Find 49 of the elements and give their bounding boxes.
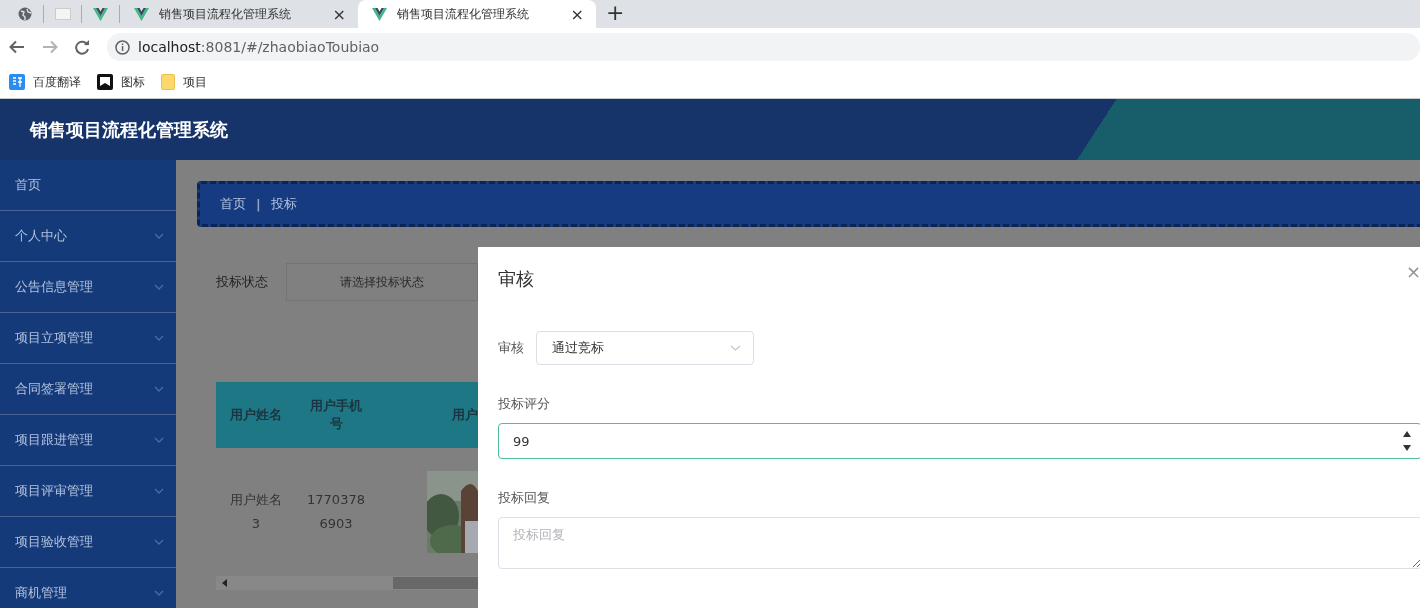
bookmark-item[interactable]: 百度翻译 bbox=[9, 73, 81, 91]
reply-textarea[interactable]: 投标回复 bbox=[498, 517, 1420, 569]
score-input[interactable]: 99 bbox=[498, 423, 1420, 459]
column-header: 用户 bbox=[451, 406, 478, 424]
browser-tab[interactable]: 销售项目流程化管理系统 × bbox=[358, 0, 596, 28]
bookmark-item[interactable]: 项目 bbox=[161, 73, 207, 91]
column-header: 用户姓名 bbox=[229, 406, 283, 424]
chevron-down-icon bbox=[154, 488, 164, 494]
back-icon[interactable] bbox=[9, 40, 25, 54]
address-field[interactable]: localhost:8081/#/zhaobiaoToubiao bbox=[107, 33, 1420, 61]
field-label: 投标评分 bbox=[498, 395, 551, 413]
chevron-down-icon bbox=[154, 233, 164, 239]
chevron-down-icon bbox=[154, 386, 164, 392]
review-select[interactable]: 通过竞标 bbox=[536, 331, 754, 365]
vue-logo-icon bbox=[134, 7, 149, 21]
table-cell-text: 17703786903 bbox=[306, 491, 366, 533]
reload-icon[interactable] bbox=[75, 39, 90, 55]
filter-label: 投标状态 bbox=[216, 273, 269, 291]
table-cell-text: 用户姓名3 bbox=[229, 491, 283, 533]
field-label: 审核 bbox=[498, 339, 524, 357]
close-tab-icon[interactable]: × bbox=[570, 4, 584, 24]
breadcrumb-link[interactable]: 首页 bbox=[220, 195, 246, 213]
new-tab-button[interactable]: + bbox=[606, 0, 625, 26]
chevron-down-icon bbox=[154, 284, 164, 290]
spinner-icon[interactable] bbox=[1403, 429, 1411, 453]
app-title: 销售项目流程化管理系统 bbox=[30, 117, 228, 142]
breadcrumb-separator: | bbox=[256, 196, 261, 212]
breadcrumb-current: 投标 bbox=[270, 195, 297, 213]
status-select[interactable]: 请选择投标状态 bbox=[286, 263, 478, 301]
translate-icon bbox=[9, 74, 25, 90]
column-header: 用户手机号 bbox=[309, 397, 363, 433]
scroll-left-icon[interactable] bbox=[222, 579, 228, 587]
chevron-down-icon bbox=[154, 590, 164, 596]
flag-icon bbox=[97, 74, 113, 90]
bookmark-item[interactable]: 图标 bbox=[97, 73, 145, 91]
page-icon bbox=[54, 8, 71, 20]
field-label: 投标回复 bbox=[498, 489, 551, 507]
folder-icon bbox=[161, 74, 175, 90]
info-icon bbox=[115, 39, 130, 55]
dialog-title: 审核 bbox=[498, 267, 534, 291]
chevron-down-icon bbox=[730, 345, 741, 351]
browser-tab[interactable]: 销售项目流程化管理系统 × bbox=[120, 0, 358, 28]
chevron-down-icon bbox=[154, 335, 164, 341]
vue-logo-icon bbox=[372, 7, 387, 21]
globe-icon bbox=[17, 7, 32, 21]
chevron-down-icon bbox=[154, 539, 164, 545]
chevron-down-icon bbox=[154, 437, 164, 443]
vue-logo-icon bbox=[93, 7, 108, 21]
close-tab-icon[interactable]: × bbox=[332, 4, 346, 24]
